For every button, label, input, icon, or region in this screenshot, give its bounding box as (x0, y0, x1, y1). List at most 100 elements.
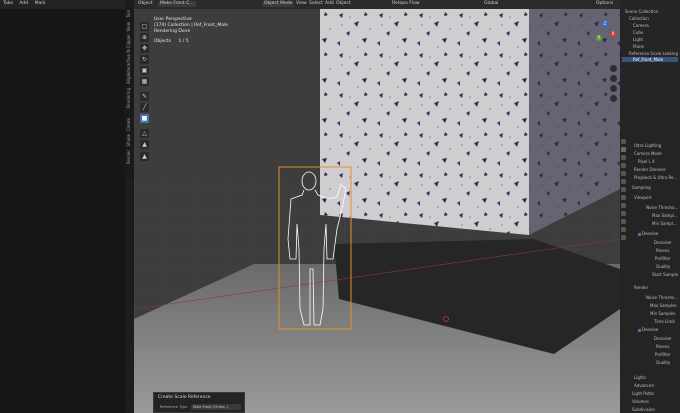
prop-row[interactable]: Start Sample (652, 272, 678, 277)
prop-row[interactable]: Time Limit (654, 319, 675, 324)
gizmo-x-axis[interactable]: X (610, 31, 616, 37)
editor-type-label[interactable]: Object (138, 1, 153, 7)
prop-section-viewport[interactable]: Viewport (634, 195, 652, 200)
left-editor-header: Take Add Mark (0, 0, 125, 9)
zoom-icon[interactable] (610, 65, 617, 72)
prop-row[interactable]: Passes (656, 248, 669, 253)
retopoflow-button[interactable]: Retopo Flow (392, 1, 420, 7)
transform-icon[interactable]: ▦ (140, 77, 149, 86)
prop-section-advanced[interactable]: Advanced (634, 383, 654, 388)
retopo-icon[interactable]: △ (140, 129, 149, 138)
output-properties-icon[interactable] (621, 155, 626, 160)
modifier-icon[interactable] (621, 195, 626, 200)
perspective-toggle-icon[interactable] (610, 95, 617, 102)
prop-row[interactable]: Noise Thresho... (646, 295, 678, 300)
reference-type-dropdown[interactable]: Male Front (Ortho..) (191, 404, 241, 410)
menu-view[interactable]: View (296, 1, 307, 7)
outliner-item-reference-collection[interactable]: Reference Scale Looking (629, 51, 678, 56)
tool-settings-icon[interactable] (621, 139, 626, 144)
side-tab[interactable]: Tool (126, 10, 131, 18)
world-icon[interactable] (621, 179, 626, 184)
annotate-icon[interactable]: ✎ (140, 92, 149, 101)
prop-section-subdivision[interactable]: Subdivision (632, 407, 655, 412)
side-tab[interactable]: Align (126, 74, 131, 84)
prop-row[interactable]: Ultra Lighting (634, 143, 661, 148)
prop-row[interactable]: Pixel L X (638, 159, 655, 164)
prop-section-render[interactable]: Render (634, 285, 648, 290)
camera-view-icon[interactable] (610, 85, 617, 92)
physics-icon[interactable] (621, 211, 626, 216)
prop-row[interactable]: Min Sampl... (652, 221, 677, 226)
side-tab[interactable]: Interactive (126, 54, 131, 76)
prop-row[interactable]: Passes (656, 344, 669, 349)
material-icon[interactable] (621, 235, 626, 240)
cursor-icon[interactable]: ⊕ (140, 33, 149, 42)
prop-row[interactable]: Noise Thresho... (646, 205, 678, 210)
prop-section-lights[interactable]: Lights (634, 375, 646, 380)
render-properties-icon[interactable] (621, 147, 626, 152)
reference-type-label: Reference Type (160, 405, 188, 409)
menu-add[interactable]: Add (325, 1, 334, 7)
particles-icon[interactable] (621, 203, 626, 208)
pan-hand-icon[interactable] (610, 75, 617, 82)
gizmo-z-axis[interactable]: Z (602, 21, 608, 27)
prop-section-sampling[interactable]: Sampling (632, 185, 651, 190)
mesh-tool-icon[interactable]: ▲ (140, 140, 149, 149)
outliner-item-collection[interactable]: Collection (629, 16, 649, 21)
prop-row[interactable]: Prefilter (655, 352, 671, 357)
view-layer-icon[interactable] (621, 163, 626, 168)
prop-row[interactable]: Camera Mode (634, 151, 662, 156)
prop-section-volumes[interactable]: Volumes (632, 399, 649, 404)
side-tab[interactable]: N-Clipper (126, 34, 131, 53)
prop-row[interactable]: Quality (656, 264, 670, 269)
outliner-item-camera[interactable]: Camera (633, 23, 649, 28)
prop-row[interactable]: Quality (656, 360, 670, 365)
side-tab[interactable]: Shade (126, 134, 131, 147)
prop-row[interactable]: Denoiser (654, 240, 672, 245)
properties-panel: Ultra Lighting Camera Mode Pixel L X Ren… (620, 135, 680, 413)
redo-operator-panel[interactable]: Create Scale Reference Reference Type Ma… (153, 392, 245, 413)
outliner-item-plane[interactable]: Plane (633, 44, 644, 49)
scale-icon[interactable]: ▣ (140, 66, 149, 75)
prop-row[interactable]: Playback & Ultra Re... (634, 175, 677, 180)
prop-checkbox-denoise-render[interactable]: Denoise (638, 327, 658, 332)
redo-panel-title[interactable]: Create Scale Reference (158, 395, 211, 401)
side-tab[interactable]: Rendering (126, 88, 131, 108)
side-tab[interactable]: View (126, 22, 131, 32)
menu-select[interactable]: Select (309, 1, 323, 7)
outliner-item-cube[interactable]: Cube (633, 30, 643, 35)
transform-orientation-dropdown[interactable]: Global (484, 1, 498, 7)
data-icon[interactable] (621, 227, 626, 232)
scene-icon[interactable] (621, 171, 626, 176)
prop-row[interactable]: Render Denoise (634, 167, 666, 172)
prop-section-light-paths[interactable]: Light Paths (632, 391, 654, 396)
constraints-icon[interactable] (621, 219, 626, 224)
menu-item-add[interactable]: Add (19, 1, 28, 6)
prop-row[interactable]: Min Samples (650, 311, 675, 316)
mode-dropdown[interactable]: Object Mode (262, 1, 295, 7)
object-selector[interactable]: Make Front C... (158, 1, 196, 7)
prop-row[interactable]: Max Samples (650, 303, 677, 308)
prop-row[interactable]: Denoiser (654, 336, 672, 341)
outliner-item-light[interactable]: Light (633, 37, 643, 42)
prop-checkbox-denoise-viewport[interactable]: Denoise (638, 231, 658, 236)
move-icon[interactable]: ✥ (140, 44, 149, 53)
select-box-icon[interactable]: □ (140, 22, 149, 31)
prop-row[interactable]: Prefilter (655, 256, 671, 261)
object-icon[interactable] (621, 187, 626, 192)
3d-viewport[interactable]: User Perspective (174) Collection | Ref_… (134, 9, 620, 413)
menu-item-take[interactable]: Take (3, 1, 13, 6)
rotate-icon[interactable]: ↻ (140, 55, 149, 64)
add-cube-icon[interactable]: ■ (140, 114, 149, 123)
outliner-item-ref-front-male[interactable]: Ref_Front_Male (622, 57, 678, 62)
side-tab[interactable]: Render (126, 150, 131, 164)
side-tab[interactable]: Create (126, 118, 131, 131)
options-dropdown[interactable]: Options (596, 1, 613, 7)
prop-row[interactable]: Max Sampl... (652, 213, 678, 218)
menu-item-mark[interactable]: Mark (35, 1, 46, 6)
gizmo-y-axis[interactable]: Y (596, 35, 602, 41)
extra-tool-icon[interactable]: ▲ (140, 152, 149, 161)
navigation-gizmo[interactable]: Z X Y (592, 21, 620, 61)
measure-icon[interactable]: ╱ (140, 103, 149, 112)
menu-object[interactable]: Object (336, 1, 351, 7)
